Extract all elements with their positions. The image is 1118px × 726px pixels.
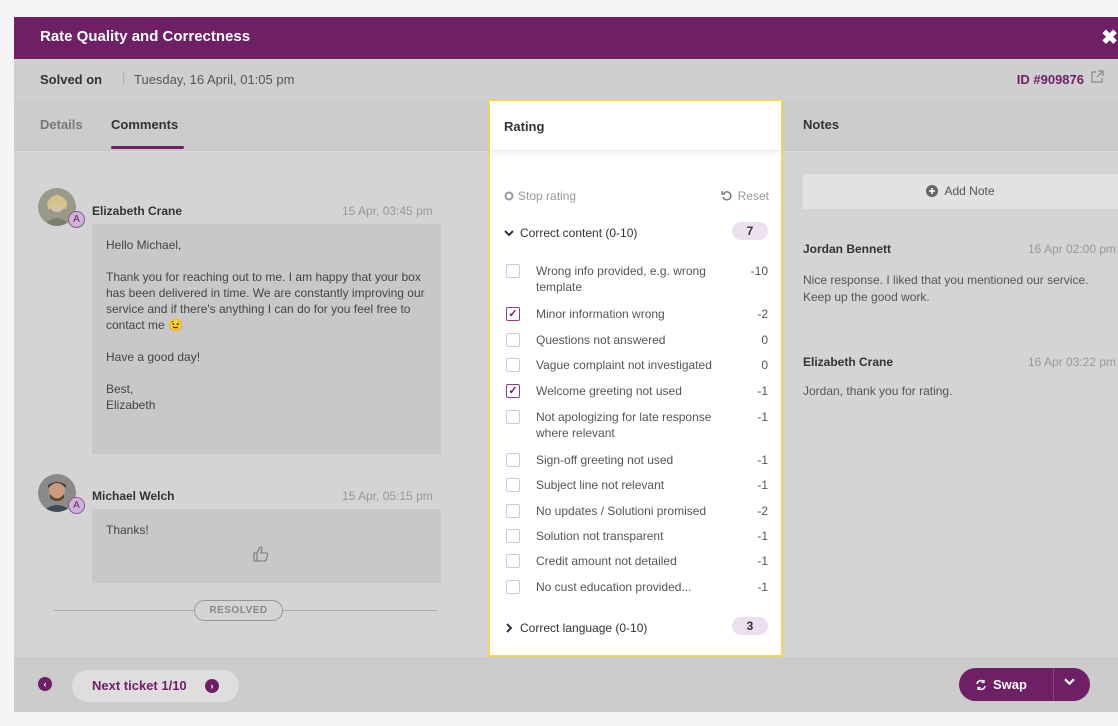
plus-circle-icon: [926, 185, 939, 197]
item-checkbox[interactable]: [506, 554, 520, 568]
next-ticket-button[interactable]: Next ticket 1/10 ›: [72, 670, 239, 702]
rating-section-correct-content[interactable]: Correct content (0-10) 7: [504, 222, 768, 240]
item-checkbox[interactable]: [506, 453, 520, 467]
agent-badge: A: [68, 497, 85, 514]
chevron-down-icon[interactable]: [1064, 676, 1075, 690]
stop-icon: [504, 191, 514, 201]
agent-badge: A: [68, 211, 85, 228]
rating-header: Rating: [490, 101, 781, 151]
section-score: 3: [732, 617, 768, 635]
notes-title: Notes: [803, 117, 840, 132]
swap-icon: [976, 679, 986, 691]
arrow-right-icon: ›: [205, 679, 219, 693]
external-link-icon[interactable]: [1090, 70, 1104, 84]
comments-panel: A Elizabeth Crane 15 Apr, 03:45 pm Hello…: [14, 152, 488, 657]
comment-paragraph: Best, Elizabeth: [106, 382, 156, 412]
note-text: Nice response. I liked that you mentione…: [803, 273, 1089, 304]
chevron-right-icon: [506, 623, 513, 633]
section-score: 7: [732, 222, 768, 240]
divider: [54, 610, 194, 611]
stop-rating-button[interactable]: Stop rating: [504, 189, 576, 203]
reset-icon: [720, 191, 732, 201]
ticket-id: ID #909876: [1016, 72, 1084, 87]
comment-bubble: Hello Michael, Thank you for reaching ou…: [92, 224, 441, 454]
comments-panel-header: Details Comments: [14, 99, 488, 151]
comment-bubble: Thanks!: [92, 509, 441, 583]
modal-header: Rate Quality and Correctness ✖: [14, 17, 1118, 59]
divider: [1053, 668, 1054, 701]
separator: |: [122, 70, 126, 85]
comment-time: 15 Apr, 05:15 pm: [342, 489, 433, 503]
item-checkbox[interactable]: [506, 358, 520, 372]
note-author: Jordan Bennett: [803, 242, 892, 256]
close-icon[interactable]: ✖: [1101, 25, 1118, 50]
item-checkbox[interactable]: [506, 529, 520, 543]
previous-ticket-icon[interactable]: ‹: [38, 677, 52, 691]
status-badge: RESOLVED: [194, 600, 283, 621]
note-author: Elizabeth Crane: [803, 355, 894, 369]
tab-comments[interactable]: Comments: [111, 117, 178, 132]
rating-section-correct-language[interactable]: Correct language (0-10) 3: [504, 617, 768, 635]
rating-controls: Stop rating Reset: [504, 189, 769, 203]
item-checkbox[interactable]: [506, 264, 520, 278]
thumbs-up-icon[interactable]: [252, 545, 270, 567]
item-checkbox[interactable]: ✓: [506, 307, 520, 321]
notes-panel: Add Note Jordan Bennett 16 Apr 02:00 pm …: [783, 152, 1118, 657]
solved-date: Tuesday, 16 April, 01:05 pm: [134, 72, 295, 87]
item-checkbox[interactable]: ✓: [506, 384, 520, 398]
rating-panel: Rating Stop rating Reset Correct content…: [488, 99, 783, 657]
active-tab-indicator: [111, 146, 184, 149]
comment-paragraph: Have a good day!: [106, 350, 201, 364]
comment-paragraph: Hello Michael,: [106, 238, 182, 252]
note-time: 16 Apr 02:00 pm: [1027, 242, 1116, 256]
comment-author: Michael Welch: [92, 489, 175, 503]
comment-paragraph: Thank you for reaching out to me. I am h…: [106, 270, 425, 332]
item-checkbox[interactable]: [506, 410, 520, 424]
note-text: Jordan, thank you for rating.: [803, 384, 953, 398]
ticket-info-bar: Solved on | Tuesday, 16 April, 01:05 pm …: [14, 59, 1118, 99]
footer-bar: ‹ Next ticket 1/10 › Swap: [14, 657, 1118, 712]
notes-panel-header: Notes: [783, 99, 1118, 151]
solved-label: Solved on: [40, 72, 103, 87]
rate-quality-modal: Rate Quality and Correctness ✖ Solved on…: [14, 17, 1118, 712]
tab-details[interactable]: Details: [40, 117, 83, 132]
item-checkbox[interactable]: [506, 580, 520, 594]
add-note-button[interactable]: Add Note: [803, 174, 1118, 209]
item-checkbox[interactable]: [506, 333, 520, 347]
comment-paragraph: Thanks!: [106, 523, 149, 537]
modal-title: Rate Quality and Correctness: [40, 28, 251, 45]
swap-button[interactable]: Swap: [975, 677, 1027, 692]
chevron-down-icon: [504, 230, 514, 237]
item-checkbox[interactable]: [506, 478, 520, 492]
comment-time: 15 Apr, 03:45 pm: [342, 204, 433, 218]
comment-author: Elizabeth Crane: [92, 204, 183, 218]
reset-button[interactable]: Reset: [720, 189, 769, 203]
note-time: 16 Apr 03:22 pm: [1027, 355, 1116, 369]
swap-button-group: Swap: [959, 668, 1090, 701]
rating-title: Rating: [504, 119, 545, 134]
item-checkbox[interactable]: [506, 504, 520, 518]
divider: [283, 610, 437, 611]
